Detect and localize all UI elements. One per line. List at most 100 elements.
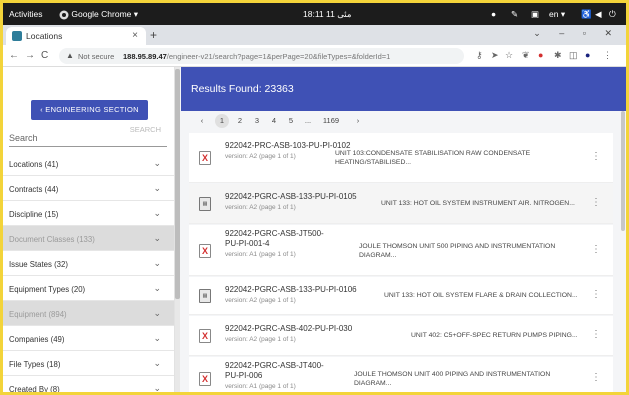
language-indicator[interactable]: en ▾ [549, 9, 565, 20]
result-card[interactable]: X 922042-PGRC-ASB-JT500-PU-PI-001-4 versio… [189, 225, 613, 276]
results-scrollbar[interactable] [620, 111, 626, 392]
reload-icon[interactable]: C [41, 50, 48, 61]
document-code[interactable]: 922042-PGRC-ASB-JT500-PU-PI-001-4 [225, 229, 337, 249]
chevron-down-icon: ⌄ [153, 308, 161, 318]
chevron-down-icon: ⌄ [153, 333, 161, 343]
url-field[interactable]: ▲ Not secure 188.95.89.47/engineer-v21/s… [59, 48, 464, 64]
page-5[interactable]: 5 [284, 114, 298, 128]
facet-label: File Types (18) [9, 360, 61, 369]
more-options-icon[interactable]: ⋮ [591, 151, 601, 162]
sidebar-scrollbar-thumb[interactable] [175, 69, 180, 299]
result-card[interactable]: X 922042-PRC-ASB-103-PU-PI-0102 version: A… [189, 133, 613, 183]
window-controls[interactable]: ⌄ – ▫ ✕ [533, 28, 620, 39]
result-card[interactable]: ▤ 922042-PGRC-ASB-133-PU-PI-0105 version: … [189, 184, 613, 224]
pdf-file-icon: X [199, 329, 211, 343]
facet-created-by[interactable]: Created By (8) ⌄ [3, 376, 174, 392]
document-code[interactable]: 922042-PGRC-ASB-133-PU-PI-0105 [225, 192, 375, 202]
volume-icon[interactable]: ◀ [595, 9, 602, 20]
chevron-down-icon: ⌄ [153, 183, 161, 193]
puzzle-icon[interactable]: ✱ [554, 50, 562, 61]
document-code[interactable]: 922042-PGRC-ASB-133-PU-PI-0106 [225, 285, 375, 295]
search-input[interactable] [9, 133, 109, 143]
filter-sidebar: ‹ ENGINEERING SECTION SEARCH Locations (… [3, 67, 175, 392]
chevron-down-icon: ⌄ [153, 358, 161, 368]
power-icon[interactable]: ⏻ [609, 9, 616, 20]
facet-equipment-types[interactable]: Equipment Types (20) ⌄ [3, 276, 174, 301]
bookmark-star-icon[interactable]: ☆ [505, 50, 513, 61]
result-card[interactable]: X 922042-PGRC-ASB-402-PU-PI-030 version: A… [189, 316, 613, 356]
results-header: Results Found: 23363 [181, 67, 626, 111]
pen-icon[interactable]: ✎ [511, 9, 518, 20]
document-description: JOULE THOMSON UNIT 500 PIPING AND INSTRU… [359, 242, 556, 259]
tab-close-icon[interactable]: × [132, 30, 138, 41]
prev-page-button[interactable]: ‹ [195, 114, 209, 128]
more-options-icon[interactable]: ⋮ [591, 197, 601, 208]
facet-document-classes[interactable]: Document Classes (133) ⌄ [3, 226, 174, 251]
facet-companies[interactable]: Companies (49) ⌄ [3, 326, 174, 351]
facet-discipline[interactable]: Discipline (15) ⌄ [3, 201, 174, 226]
search-button[interactable]: SEARCH [130, 125, 161, 134]
document-code[interactable]: 922042-PGRC-ASB-402-PU-PI-030 [225, 324, 375, 334]
url-host: 188.95.89.47 [123, 52, 167, 61]
site-favicon-icon [12, 31, 22, 41]
search-row: SEARCH [9, 125, 167, 147]
sidepanel-icon[interactable]: ◫ [569, 50, 578, 61]
facet-issue-states[interactable]: Issue States (32) ⌄ [3, 251, 174, 276]
facet-file-types[interactable]: File Types (18) ⌄ [3, 351, 174, 376]
page-1169[interactable]: 1169 [321, 114, 341, 128]
address-bar-row: ← → C ▲ Not secure 188.95.89.47/engineer… [3, 45, 626, 67]
pdf-file-icon: X [199, 243, 211, 258]
forward-arrow-icon[interactable]: → [25, 50, 35, 61]
page-1[interactable]: 1 [215, 114, 229, 128]
network-icon[interactable]: ● [491, 9, 496, 19]
not-secure-label: Not secure [78, 52, 115, 61]
key-icon[interactable]: ⚷ [476, 50, 483, 61]
sidebar-scrollbar[interactable] [175, 67, 180, 392]
facet-contracts[interactable]: Contracts (44) ⌄ [3, 176, 174, 201]
page-2[interactable]: 2 [233, 114, 247, 128]
tab-locations[interactable]: Locations × [6, 27, 146, 45]
app-menu[interactable]: Google Chrome ▾ [59, 9, 138, 20]
profile-avatar[interactable]: ● [585, 50, 590, 60]
result-card[interactable]: X 922042-PGRC-ASB-JT400-PU-PI-006 version:… [189, 357, 613, 392]
facet-label: Discipline (15) [9, 210, 59, 219]
page-3[interactable]: 3 [250, 114, 264, 128]
clock[interactable]: 18:11 11 مئى [303, 9, 351, 20]
page-4[interactable]: 4 [267, 114, 281, 128]
page-ellipsis[interactable]: ... [301, 114, 315, 128]
document-code[interactable]: 922042-PGRC-ASB-JT400-PU-PI-006 [225, 361, 337, 381]
app-menu-label: Google Chrome ▾ [71, 9, 139, 19]
extension-icon[interactable]: ❦ [522, 50, 530, 61]
result-card[interactable]: ▤ 922042-PGRC-ASB-133-PU-PI-0106 version: … [189, 277, 613, 315]
more-options-icon[interactable]: ⋮ [591, 244, 601, 255]
facet-label: Contracts (44) [9, 185, 59, 194]
browser-tab-strip: Locations × + ⌄ – ▫ ✕ [3, 25, 626, 45]
results-scrollbar-thumb[interactable] [621, 111, 625, 231]
document-version: version: A2 (page 1 of 1) [225, 297, 296, 304]
document-version: version: A2 (page 1 of 1) [225, 204, 296, 211]
next-page-button[interactable]: › [351, 114, 365, 128]
warning-icon: ▲ [66, 51, 74, 60]
facet-label: Document Classes (133) [9, 235, 95, 244]
more-options-icon[interactable]: ⋮ [591, 329, 601, 340]
new-tab-button[interactable]: + [150, 28, 157, 42]
document-description: UNIT 103:CONDENSATE STABILISATION RAW CO… [335, 150, 531, 166]
facet-label: Locations (41) [9, 160, 59, 169]
browser-menu-icon[interactable]: ⋮ [603, 50, 612, 61]
chevron-down-icon: ⌄ [153, 233, 161, 243]
accessibility-icon[interactable]: ♿ [581, 9, 592, 20]
engineering-section-button[interactable]: ‹ ENGINEERING SECTION [31, 100, 148, 120]
send-icon[interactable]: ➤ [491, 50, 499, 61]
facet-locations[interactable]: Locations (41) ⌄ [3, 151, 174, 176]
clipboard-icon[interactable]: ▣ [531, 9, 539, 20]
facet-equipment[interactable]: Equipment (894) ⌄ [3, 301, 174, 326]
record-extension-icon[interactable]: ● [538, 50, 543, 60]
facet-label: Equipment (894) [9, 310, 67, 319]
back-arrow-icon[interactable]: ← [9, 50, 19, 61]
document-version: version: A2 (page 1 of 1) [225, 153, 296, 160]
activities-button[interactable]: Activities [9, 9, 43, 19]
chevron-down-icon: ⌄ [153, 158, 161, 168]
more-options-icon[interactable]: ⋮ [591, 289, 601, 300]
facet-label: Companies (49) [9, 335, 65, 344]
more-options-icon[interactable]: ⋮ [591, 372, 601, 383]
